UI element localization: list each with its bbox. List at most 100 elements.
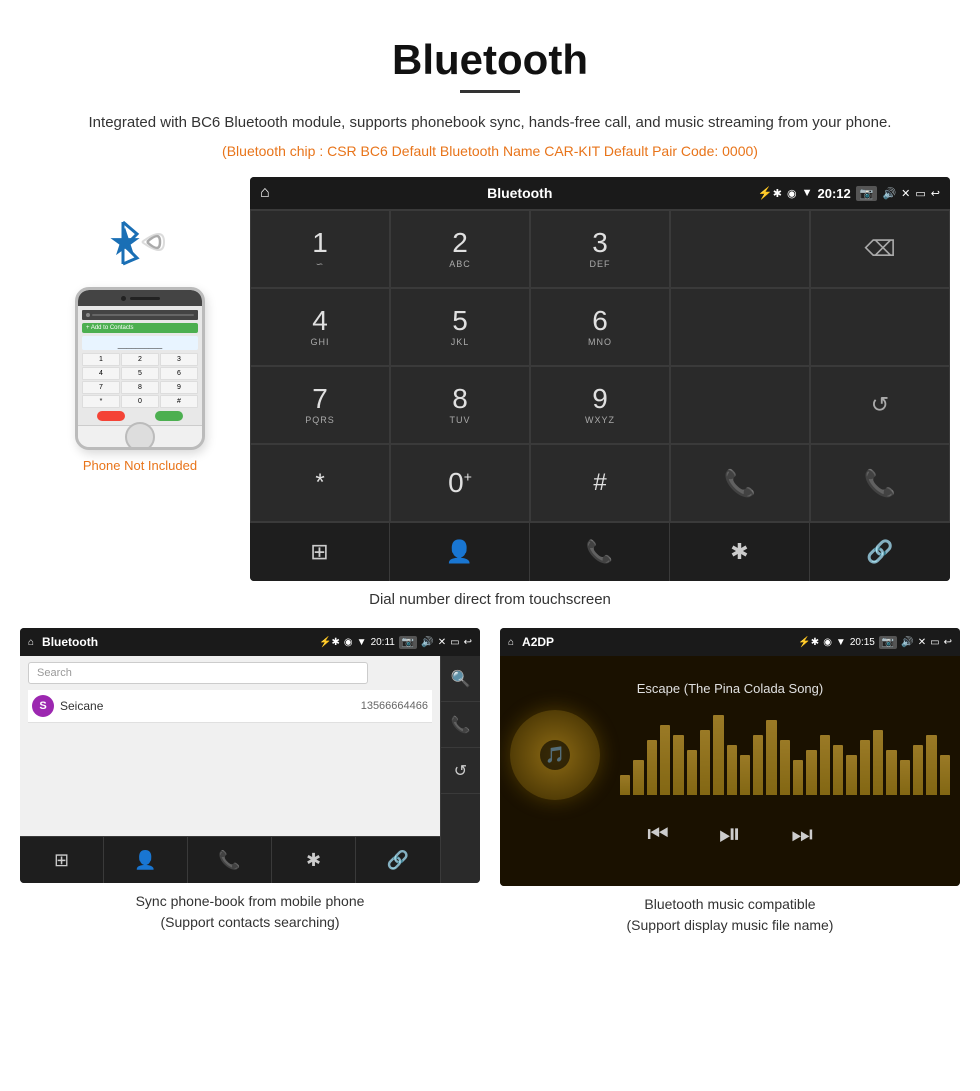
bottom-row: ⌂ Bluetooth ⚡ ✱ ◉ ▼ 20:11 📷 🔊 ✕ ▭ ↩ [0, 608, 980, 936]
eq-bar [793, 760, 803, 795]
pb-sig-icon: ▼ [357, 637, 367, 648]
eq-bar [873, 730, 883, 795]
music-x-icon[interactable]: ✕ [918, 637, 926, 648]
pb-btn-phone[interactable]: 📞 [188, 837, 272, 883]
phone-top [78, 290, 202, 306]
pb-usb-icon: ⚡ [319, 637, 331, 648]
camera-icon[interactable]: 📷 [856, 186, 878, 201]
pb-bottom-bar: ⊞ 👤 📞 ✱ 🔗 [20, 836, 440, 883]
music-content-area: Escape (The Pina Colada Song) 🎵 ⏮ ⏯ [500, 656, 960, 886]
back-icon[interactable]: ↩ [931, 187, 940, 200]
eq-bar [926, 735, 936, 795]
toolbar-apps-button[interactable]: ⊞ [250, 523, 390, 581]
music-win-icon[interactable]: ▭ [930, 637, 939, 648]
main-section: ★ [0, 177, 980, 581]
dial-key-empty-3 [810, 288, 950, 366]
dial-key-call-green[interactable]: 📞 [670, 444, 810, 522]
pb-tool-search[interactable]: 🔍 [441, 656, 480, 702]
pb-right-toolbar: 🔍 📞 ↺ [440, 656, 480, 883]
dial-key-7[interactable]: 7 PQRS [250, 366, 390, 444]
pb-btn-contacts[interactable]: 👤 [104, 837, 188, 883]
eq-bar [620, 775, 630, 795]
eq-bar [900, 760, 910, 795]
dial-key-backspace[interactable]: ⌫ [810, 210, 950, 288]
pb-status-bar: ⌂ Bluetooth ⚡ ✱ ◉ ▼ 20:11 📷 🔊 ✕ ▭ ↩ [20, 628, 480, 656]
dial-key-6[interactable]: 6 MNO [530, 288, 670, 366]
dial-key-3[interactable]: 3 DEF [530, 210, 670, 288]
pb-contact-avatar: S [32, 695, 54, 717]
dialpad-caption: Dial number direct from touchscreen [0, 591, 980, 608]
home-icon[interactable]: ⌂ [260, 184, 270, 202]
phonebook-screen: ⌂ Bluetooth ⚡ ✱ ◉ ▼ 20:11 📷 🔊 ✕ ▭ ↩ [20, 628, 480, 883]
eq-bar [700, 730, 710, 795]
pb-vol-icon[interactable]: 🔊 [421, 637, 433, 648]
dial-key-call-red[interactable]: 📞 [810, 444, 950, 522]
toolbar-contacts-button[interactable]: 👤 [390, 523, 530, 581]
dial-key-9[interactable]: 9 WXYZ [530, 366, 670, 444]
dial-key-1[interactable]: 1 ∽ [250, 210, 390, 288]
toolbar-link-button[interactable]: 🔗 [810, 523, 950, 581]
eq-bar [740, 755, 750, 795]
pb-btn-apps[interactable]: ⊞ [20, 837, 104, 883]
dial-key-8[interactable]: 8 TUV [390, 366, 530, 444]
dial-key-empty-1 [670, 210, 810, 288]
usb-icon: ⚡ [758, 186, 773, 200]
dial-key-empty-2 [670, 288, 810, 366]
window-icon[interactable]: ▭ [915, 187, 925, 200]
dial-key-hash[interactable]: # [530, 444, 670, 522]
music-home-icon[interactable]: ⌂ [508, 637, 514, 648]
eq-bar [913, 745, 923, 795]
music-vol-icon[interactable]: 🔊 [901, 637, 913, 648]
play-pause-button[interactable]: ⏯ [719, 818, 741, 851]
pb-btn-bt[interactable]: ✱ [272, 837, 356, 883]
next-track-button[interactable]: ⏭ [791, 821, 813, 849]
pb-back-icon[interactable]: ↩ [464, 637, 472, 648]
pb-win-icon[interactable]: ▭ [450, 637, 459, 648]
dial-key-0[interactable]: 0+ [390, 444, 530, 522]
phone-camera-icon [121, 296, 126, 301]
pb-search-bar[interactable]: Search [28, 662, 368, 684]
status-icons: ✱ ◉ ▼ 20:12 📷 🔊 ✕ ▭ ↩ [773, 186, 940, 201]
bluetooth-status-icon: ✱ [773, 187, 782, 200]
music-loc-icon: ◉ [823, 637, 832, 648]
eq-bar [673, 735, 683, 795]
music-status-icons: ✱ ◉ ▼ 20:15 📷 🔊 ✕ ▭ ↩ [811, 636, 952, 649]
dial-key-4[interactable]: 4 GHI [250, 288, 390, 366]
pb-x-icon[interactable]: ✕ [438, 637, 446, 648]
screen-title-main: Bluetooth [282, 185, 758, 201]
phone-mockup: + Add to Contacts __________ 123 456 789… [75, 287, 205, 450]
pb-home-icon[interactable]: ⌂ [28, 637, 34, 648]
music-caption: Bluetooth music compatible(Support displ… [627, 894, 834, 936]
pb-screen-title: Bluetooth [42, 635, 319, 649]
dial-key-2[interactable]: 2 ABC [390, 210, 530, 288]
music-controls: ⏮ ⏯ ⏭ [647, 818, 813, 861]
prev-track-button[interactable]: ⏮ [647, 821, 669, 849]
music-cam-icon[interactable]: 📷 [879, 636, 897, 649]
bt-music-note-icon: 🎵 [545, 745, 565, 765]
phone-screen: + Add to Contacts __________ 123 456 789… [78, 306, 202, 425]
pb-tool-refresh[interactable]: ↺ [441, 748, 480, 794]
eq-bar [687, 750, 697, 795]
eq-bar [860, 740, 870, 795]
subtitle: Integrated with BC6 Bluetooth module, su… [0, 111, 980, 135]
music-album-art: 🎵 [510, 710, 600, 800]
pb-status-icons: ✱ ◉ ▼ 20:11 📷 🔊 ✕ ▭ ↩ [332, 636, 472, 649]
title-underline [460, 90, 520, 93]
music-back-icon[interactable]: ↩ [944, 637, 952, 648]
volume-icon[interactable]: 🔊 [882, 187, 896, 200]
pb-btn-link[interactable]: 🔗 [356, 837, 440, 883]
pb-contact-row[interactable]: S Seicane 13566664466 [28, 690, 432, 723]
dial-key-redial[interactable]: ↺ [810, 366, 950, 444]
dial-key-star[interactable]: * [250, 444, 390, 522]
close-icon[interactable]: ✕ [901, 187, 910, 200]
pb-tool-phone[interactable]: 📞 [441, 702, 480, 748]
pb-content: Search S Seicane 13566664466 [20, 656, 440, 836]
toolbar-phone-button[interactable]: 📞 [530, 523, 670, 581]
toolbar-bluetooth-button[interactable]: ✱ [670, 523, 810, 581]
eq-bar [806, 750, 816, 795]
dial-key-5[interactable]: 5 JKL [390, 288, 530, 366]
pb-cam-icon[interactable]: 📷 [399, 636, 417, 649]
phone-area: ★ [30, 177, 250, 473]
eq-bar [633, 760, 643, 795]
music-center-area: 🎵 [510, 710, 950, 800]
